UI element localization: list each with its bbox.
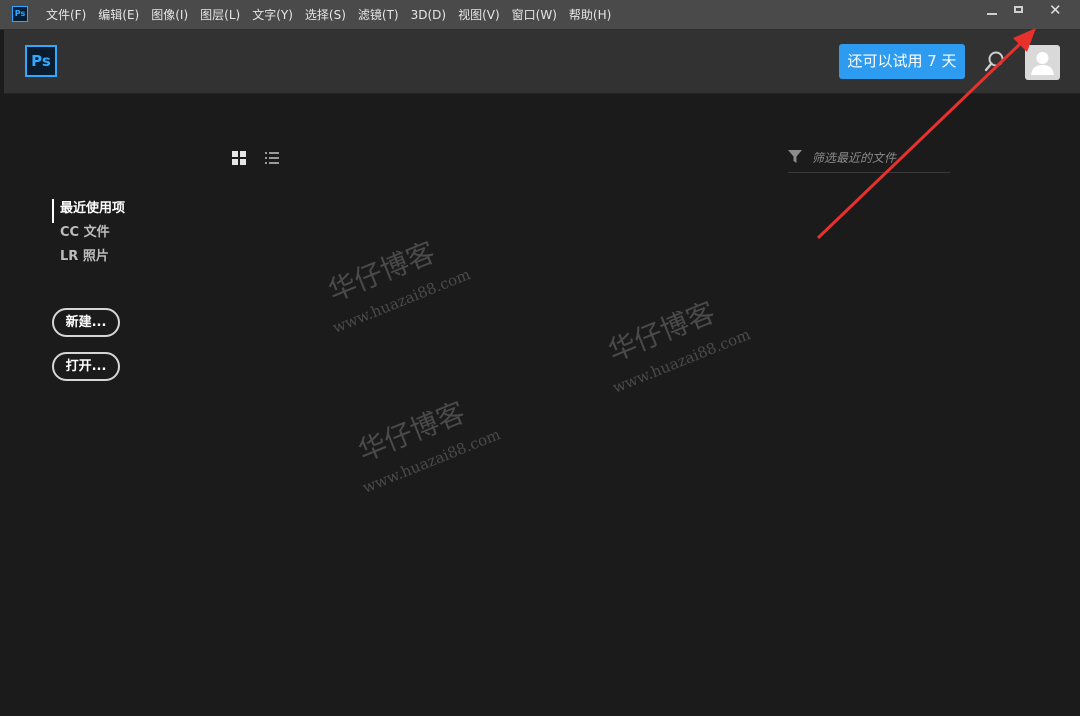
- watermark-title: 华仔博客: [323, 236, 439, 309]
- menu-filter[interactable]: 滤镜(T): [352, 0, 405, 30]
- annotation-arrow: [816, 28, 1036, 240]
- menu-view[interactable]: 视图(V): [452, 0, 506, 30]
- menu-3d[interactable]: 3D(D): [405, 0, 452, 30]
- close-button[interactable]: ✕: [1036, 0, 1072, 26]
- watermark-url: www.huazai88.com: [360, 425, 503, 497]
- sidebar-item-cc-files[interactable]: CC 文件: [52, 223, 125, 247]
- menu-layer[interactable]: 图层(L): [194, 0, 246, 30]
- minimize-icon: [987, 13, 997, 15]
- app-header: Ps 还可以试用 7 天: [4, 30, 1080, 94]
- search-icon[interactable]: [984, 50, 1006, 72]
- filter-placeholder: 筛选最近的文件: [812, 151, 897, 165]
- sidebar-item-lr-photos[interactable]: LR 照片: [52, 247, 125, 271]
- sidebar-nav: 最近使用项 CC 文件 LR 照片: [52, 199, 125, 271]
- menu-edit[interactable]: 编辑(E): [92, 0, 145, 30]
- user-avatar-icon: [1031, 52, 1054, 75]
- watermark-title: 华仔博客: [603, 296, 719, 369]
- maximize-icon: [1014, 6, 1023, 13]
- filter-icon: [788, 150, 802, 163]
- window-titlebar: Ps 文件(F) 编辑(E) 图像(I) 图层(L) 文字(Y) 选择(S) 滤…: [0, 0, 1080, 30]
- photoshop-app-icon[interactable]: Ps: [12, 6, 28, 22]
- sidebar-item-recent[interactable]: 最近使用项: [52, 199, 125, 223]
- new-button[interactable]: 新建...: [52, 308, 120, 337]
- menu-help[interactable]: 帮助(H): [563, 0, 617, 30]
- menu-file[interactable]: 文件(F): [40, 0, 92, 30]
- menu-window[interactable]: 窗口(W): [506, 0, 563, 30]
- user-avatar[interactable]: [1025, 45, 1060, 80]
- maximize-button[interactable]: [1002, 0, 1038, 26]
- menu-type[interactable]: 文字(Y): [246, 0, 299, 30]
- menu-bar: 文件(F) 编辑(E) 图像(I) 图层(L) 文字(Y) 选择(S) 滤镜(T…: [40, 0, 617, 30]
- watermark-layer: 华仔博客 www.huazai88.com 华仔博客 www.huazai88.…: [323, 236, 753, 497]
- trial-days-button[interactable]: 还可以试用 7 天: [839, 44, 965, 79]
- filter-recent-files[interactable]: 筛选最近的文件: [788, 147, 950, 173]
- menu-image[interactable]: 图像(I): [145, 0, 194, 30]
- list-view-icon[interactable]: [265, 151, 279, 165]
- watermark-title: 华仔博客: [353, 396, 469, 469]
- open-button[interactable]: 打开...: [52, 352, 120, 381]
- close-icon: ✕: [1049, 1, 1062, 19]
- watermark-url: www.huazai88.com: [330, 265, 473, 337]
- grid-view-icon[interactable]: [232, 151, 246, 165]
- watermark-url: www.huazai88.com: [610, 325, 753, 397]
- menu-select[interactable]: 选择(S): [299, 0, 352, 30]
- photoshop-logo: Ps: [25, 45, 57, 77]
